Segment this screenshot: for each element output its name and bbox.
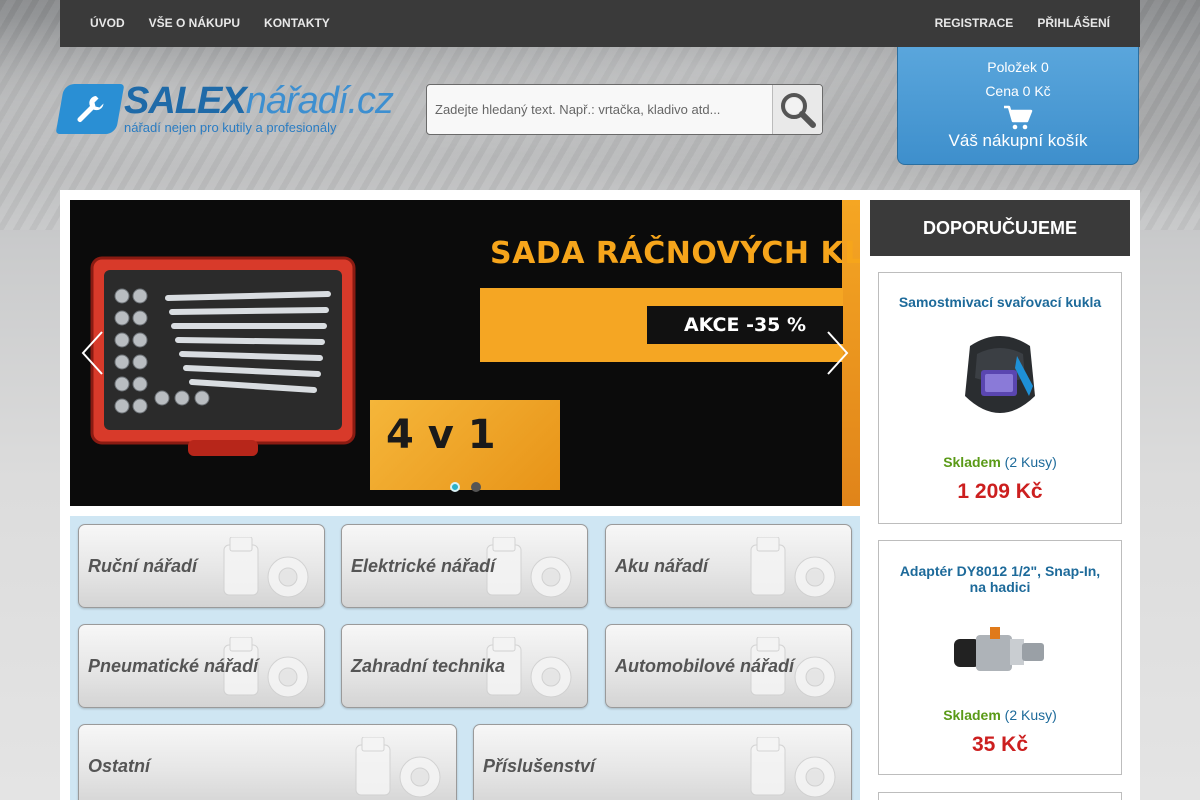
nav-link-contacts[interactable]: KONTAKTY xyxy=(252,0,342,47)
category-other[interactable]: Ostatní xyxy=(78,724,457,800)
category-label: Ostatní xyxy=(88,756,151,776)
top-nav-left: ÚVOD VŠE O NÁKUPU KONTAKTY xyxy=(90,0,342,47)
top-nav-right: REGISTRACE PŘIHLÁŠENÍ xyxy=(923,0,1110,47)
nav-link-register[interactable]: REGISTRACE xyxy=(923,0,1026,47)
logo-badge xyxy=(55,84,125,134)
site-logo[interactable]: SALEXnářadí.cz nářadí nejen pro kutily a… xyxy=(55,80,405,138)
slider-dot-2[interactable] xyxy=(471,482,481,492)
search-input[interactable] xyxy=(427,85,772,134)
shopping-cart-icon xyxy=(1004,105,1033,130)
magnifier-icon xyxy=(780,92,816,128)
recommended-heading: DOPORUČUJEME xyxy=(870,200,1130,256)
category-garden-equipment[interactable]: Zahradní technika xyxy=(341,624,588,708)
product-price: 35 Kč xyxy=(971,733,1029,756)
hose-adapter-image[interactable] xyxy=(950,617,1050,687)
logo-wordmark: SALEXnářadí.cz xyxy=(124,80,394,123)
stock-status: Skladem xyxy=(943,454,1001,470)
product-title: Adaptér DY8012 1/2", Snap-In, na hadici xyxy=(899,563,1101,595)
wrench-icon xyxy=(77,96,104,122)
category-label: Příslušenství xyxy=(483,756,596,776)
stock-status: Skladem xyxy=(943,707,1001,723)
category-label: Automobilové nářadí xyxy=(615,656,795,676)
category-grid: Ruční nářadí Elektrické nářadí Aku nářad… xyxy=(70,516,860,800)
cart-total-price: Cena 0 Kč xyxy=(985,83,1051,99)
main-content: SADA RÁČNOVÝCH KLÍČŮ AKCE -35 % xyxy=(60,190,1140,800)
category-label: Pneumatické nářadí xyxy=(88,656,259,676)
welding-helmet-image[interactable] xyxy=(955,326,1045,432)
chevron-right-icon[interactable] xyxy=(824,330,850,376)
socket-icon xyxy=(750,537,836,598)
product-card[interactable]: Samostmivací svařovací kukla Skladem (2 … xyxy=(878,272,1122,524)
product-price: 1 209 Kč xyxy=(957,480,1043,503)
wrench-set-image xyxy=(90,256,356,456)
nav-link-home[interactable]: ÚVOD xyxy=(90,0,137,47)
category-automotive-tools[interactable]: Automobilové nářadí xyxy=(605,624,852,708)
product-title: Samostmivací svařovací kukla xyxy=(898,294,1102,310)
slider-promo-label: AKCE -35 % xyxy=(647,306,843,344)
stock-quantity: (2 Kusy) xyxy=(1004,707,1057,723)
category-label: Aku nářadí xyxy=(615,556,709,576)
promo-slider[interactable]: SADA RÁČNOVÝCH KLÍČŮ AKCE -35 % xyxy=(70,200,860,506)
socket-icon xyxy=(750,737,836,798)
category-label: Zahradní technika xyxy=(351,656,506,676)
socket-icon xyxy=(355,737,441,798)
nav-link-about-shopping[interactable]: VŠE O NÁKUPU xyxy=(137,0,252,47)
shopping-cart-widget[interactable]: Položek 0 Cena 0 Kč Váš nákupní košík xyxy=(897,47,1139,165)
search-box xyxy=(426,84,823,135)
logo-domain: nářadí.cz xyxy=(245,80,394,122)
category-cordless-tools[interactable]: Aku nářadí xyxy=(605,524,852,608)
product-stock: Skladem (2 Kusy) xyxy=(879,707,1121,723)
cart-label: Váš nákupní košík xyxy=(948,131,1088,150)
socket-icon xyxy=(223,537,309,598)
product-stock: Skladem (2 Kusy) xyxy=(879,454,1121,470)
cart-item-count: Položek 0 xyxy=(987,59,1049,75)
category-accessories[interactable]: Příslušenství xyxy=(473,724,852,800)
chevron-left-icon[interactable] xyxy=(80,330,106,376)
category-hand-tools[interactable]: Ruční nářadí xyxy=(78,524,325,608)
category-pneumatic-tools[interactable]: Pneumatické nářadí xyxy=(78,624,325,708)
slider-badge: 4 v 1 xyxy=(386,412,496,458)
category-electric-tools[interactable]: Elektrické nářadí xyxy=(341,524,588,608)
search-button[interactable] xyxy=(772,85,822,134)
slider-headline: SADA RÁČNOVÝCH KLÍČŮ xyxy=(490,236,860,271)
product-card[interactable]: Adaptér DY8012 1/2", Snap-In, na hadici … xyxy=(878,540,1122,775)
category-label: Elektrické nářadí xyxy=(351,556,496,576)
logo-tagline: nářadí nejen pro kutily a profesionály xyxy=(124,120,337,135)
slider-dot-1[interactable] xyxy=(450,482,460,492)
top-navigation: ÚVOD VŠE O NÁKUPU KONTAKTY REGISTRACE PŘ… xyxy=(60,0,1140,47)
slider-pagination xyxy=(450,482,481,492)
product-card[interactable] xyxy=(878,792,1122,800)
logo-brand: SALEX xyxy=(124,80,247,122)
stock-quantity: (2 Kusy) xyxy=(1004,454,1057,470)
nav-link-login[interactable]: PŘIHLÁŠENÍ xyxy=(1025,0,1110,47)
cart-icon-wrap xyxy=(898,105,1138,131)
category-label: Ruční nářadí xyxy=(88,556,198,576)
